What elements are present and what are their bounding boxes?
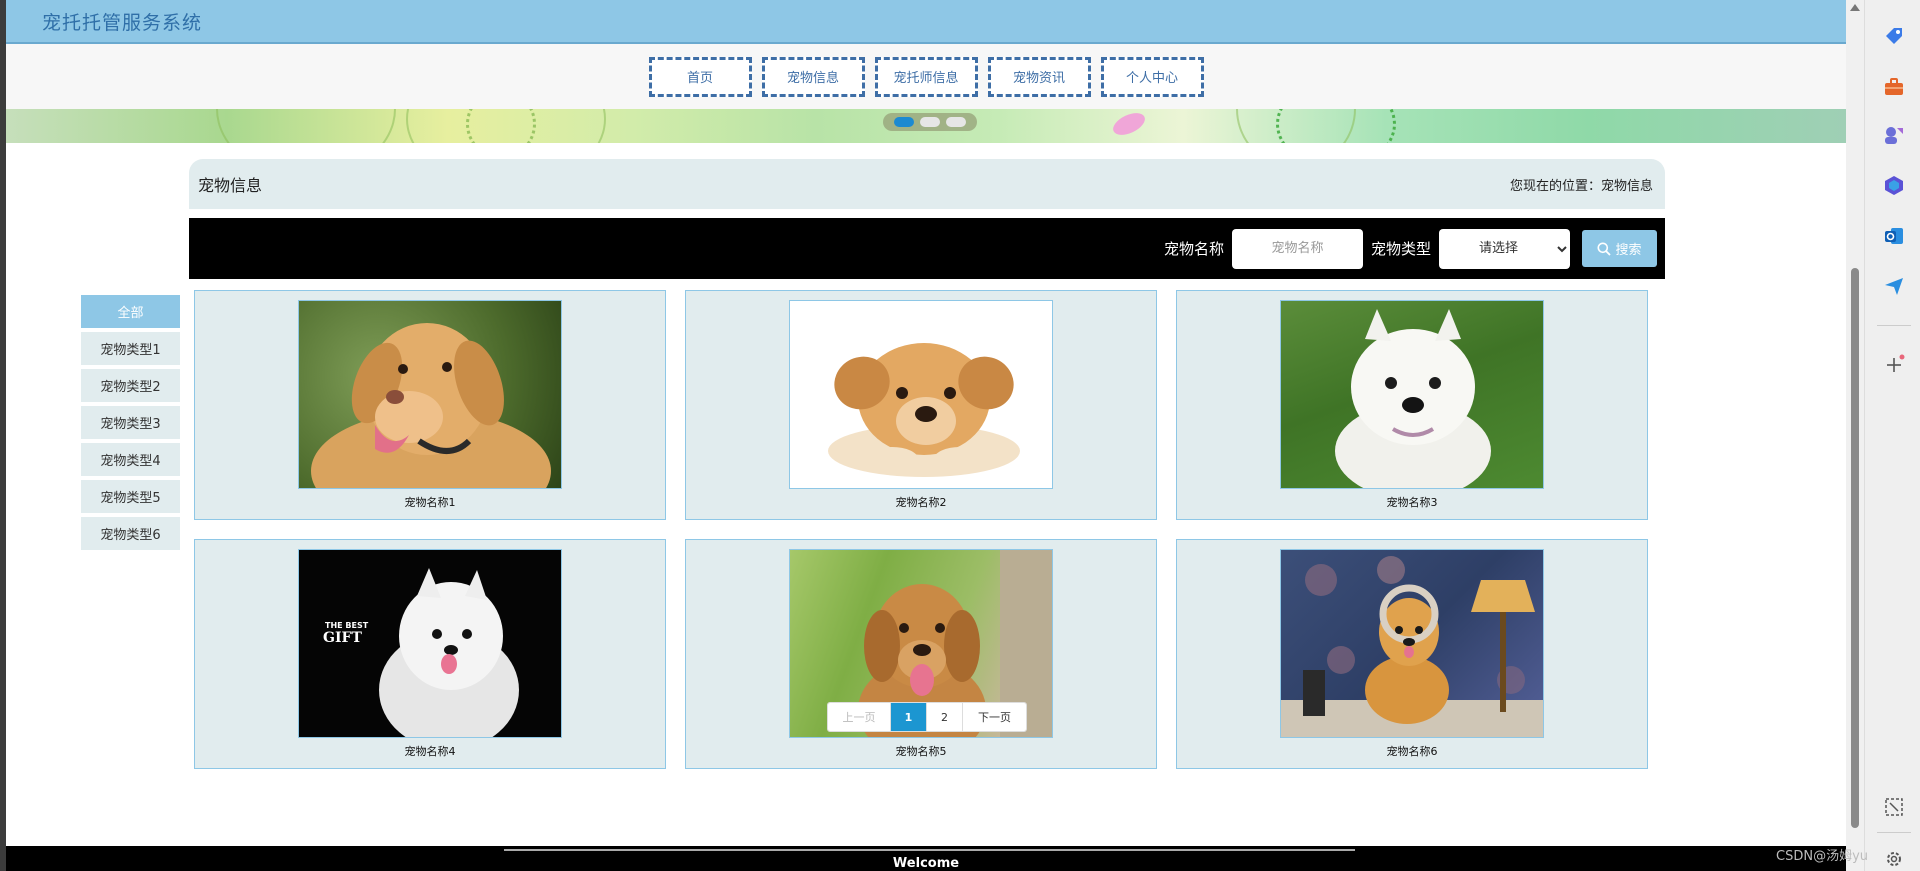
add-icon[interactable] xyxy=(1883,354,1905,376)
copilot-icon[interactable] xyxy=(1883,174,1905,196)
category-type-5[interactable]: 宠物类型5 xyxy=(81,480,180,513)
footer-divider xyxy=(504,849,1355,851)
banner-carousel xyxy=(6,109,1846,143)
pet-card[interactable]: 宠物名称3 xyxy=(1176,290,1648,520)
pet-card[interactable]: 宠物名称6 xyxy=(1176,539,1648,769)
page-scrollbar[interactable] xyxy=(1846,0,1864,871)
category-all[interactable]: 全部 xyxy=(81,295,180,328)
pet-card[interactable]: THE BEST GIFT 宠物名称4 xyxy=(194,539,666,769)
pet-card[interactable]: 宠物名称2 xyxy=(685,290,1157,520)
pet-name: 宠物名称4 xyxy=(404,745,456,758)
games-icon[interactable] xyxy=(1883,124,1905,146)
nav-home[interactable]: 首页 xyxy=(648,56,752,97)
site-header: 宠托托管服务系统 xyxy=(6,0,1846,44)
banner-decoration xyxy=(216,109,396,143)
settings-gear-icon[interactable] xyxy=(1883,848,1905,870)
pet-name-label: 宠物名称 xyxy=(1163,240,1224,258)
search-icon xyxy=(1597,242,1612,256)
nav-personal-center[interactable]: 个人中心 xyxy=(1100,56,1204,97)
search-button-label: 搜索 xyxy=(1615,242,1642,257)
category-type-4[interactable]: 宠物类型4 xyxy=(81,443,180,476)
watermark: CSDN@汤姆yu xyxy=(1776,849,1868,864)
page-button-1[interactable]: 1 xyxy=(891,703,927,731)
category-sidebar: 全部 宠物类型1 宠物类型2 宠物类型3 宠物类型4 宠物类型5 宠物类型6 xyxy=(81,295,180,554)
carousel-indicators xyxy=(883,113,977,131)
nav-sitter-info[interactable]: 宠托师信息 xyxy=(874,56,978,97)
nav-pet-info[interactable]: 宠物信息 xyxy=(761,56,865,97)
pet-type-label: 宠物类型 xyxy=(1370,240,1431,258)
pet-name: 宠物名称6 xyxy=(1386,745,1438,758)
pet-grid: 宠物名称1 宠物名称2 宠物名称3 THE BEST GIFT 宠物名称4 宠物… xyxy=(194,290,1655,769)
current-location: 您现在的位置：宠物信息 xyxy=(1509,178,1653,194)
category-type-2[interactable]: 宠物类型2 xyxy=(81,369,180,402)
svg-text:THE BEST: THE BEST xyxy=(325,621,369,630)
footer-welcome: Welcome xyxy=(892,856,960,871)
page-viewport: 宠托托管服务系统 首页 宠物信息 宠托师信息 宠物资讯 个人中心 宠物信息 您现… xyxy=(6,0,1846,871)
svg-text:GIFT: GIFT xyxy=(323,630,362,646)
page-title: 宠物信息 xyxy=(198,176,263,195)
banner-petal xyxy=(1109,109,1149,140)
next-page-button[interactable]: 下一页 xyxy=(963,703,1026,731)
pet-photo-westie[interactable] xyxy=(1280,300,1544,489)
sidebar-divider xyxy=(1877,832,1911,833)
pet-photo-pomeranian[interactable]: THE BEST GIFT xyxy=(298,549,562,738)
carousel-dot-2[interactable] xyxy=(920,117,940,127)
pet-card[interactable]: 宠物名称5 xyxy=(685,539,1157,769)
carousel-dot-1[interactable] xyxy=(894,117,914,127)
toolbox-icon[interactable] xyxy=(1883,76,1905,98)
banner-decoration xyxy=(1276,109,1396,143)
pet-name: 宠物名称3 xyxy=(1386,496,1438,509)
breadcrumb: 宠物信息 您现在的位置：宠物信息 xyxy=(189,159,1665,209)
pet-name: 宠物名称2 xyxy=(895,496,947,509)
nav-pet-news[interactable]: 宠物资讯 xyxy=(987,56,1091,97)
search-button[interactable]: 搜索 xyxy=(1582,230,1657,267)
pet-photo-golden-retriever[interactable] xyxy=(298,300,562,489)
pet-name: 宠物名称1 xyxy=(404,496,456,509)
screenshot-icon[interactable] xyxy=(1883,796,1905,818)
pet-photo-puppy-lying[interactable] xyxy=(789,300,1053,489)
main-content: 宠物信息 您现在的位置：宠物信息 宠物名称 宠物类型 请选择 搜索 全部 宠物类… xyxy=(6,143,1846,863)
outlook-icon[interactable] xyxy=(1883,225,1905,247)
category-type-1[interactable]: 宠物类型1 xyxy=(81,332,180,365)
tag-icon[interactable] xyxy=(1883,25,1905,47)
search-bar: 宠物名称 宠物类型 请选择 搜索 xyxy=(189,218,1665,279)
pet-type-select[interactable]: 请选择 xyxy=(1439,228,1570,269)
carousel-dot-3[interactable] xyxy=(946,117,966,127)
pet-card[interactable]: 宠物名称1 xyxy=(194,290,666,520)
category-type-6[interactable]: 宠物类型6 xyxy=(81,517,180,550)
page-button-2[interactable]: 2 xyxy=(927,703,963,731)
sidebar-divider xyxy=(1877,325,1911,326)
site-title: 宠托托管服务系统 xyxy=(42,11,203,34)
pet-name-input[interactable] xyxy=(1231,228,1363,269)
banner-decoration xyxy=(466,109,536,143)
prev-page-button[interactable]: 上一页 xyxy=(828,703,891,731)
send-icon[interactable] xyxy=(1883,275,1905,297)
category-type-3[interactable]: 宠物类型3 xyxy=(81,406,180,439)
browser-sidebar xyxy=(1864,0,1920,871)
site-footer: Welcome xyxy=(6,846,1846,871)
pagination: 上一页 1 2 下一页 xyxy=(827,702,1027,732)
scrollbar-thumb[interactable] xyxy=(1851,268,1859,828)
pet-name: 宠物名称5 xyxy=(895,745,947,758)
main-nav: 首页 宠物信息 宠托师信息 宠物资讯 个人中心 xyxy=(6,44,1846,109)
scroll-up-arrow-icon[interactable] xyxy=(1850,4,1860,11)
pet-photo-puppy-with-lamp[interactable] xyxy=(1280,549,1544,738)
